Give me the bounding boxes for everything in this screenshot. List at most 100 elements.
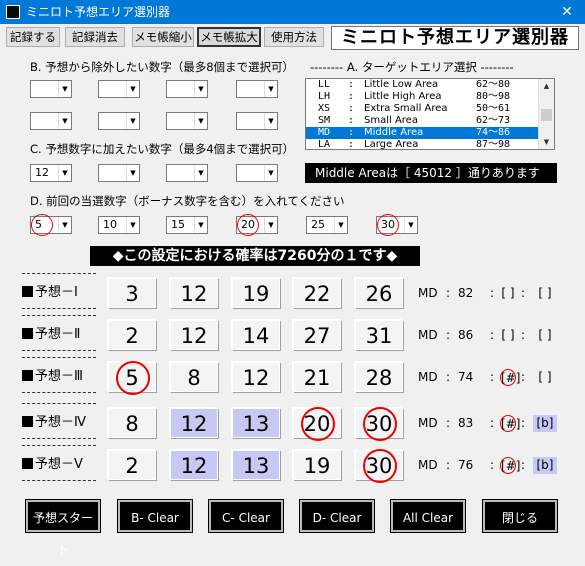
chevron-down-icon[interactable]: ▼	[404, 217, 417, 233]
menu-button-4[interactable]: メモ帳拡大	[197, 27, 261, 47]
area-list-item[interactable]: XS: Extra Small Area 50〜61	[306, 103, 539, 115]
row-divider	[22, 445, 96, 446]
area-name: Large Area	[364, 139, 419, 150]
separator-colon: :	[490, 370, 495, 384]
prev-number-select-2[interactable]: 10 ▼	[98, 216, 140, 234]
predicted-number: 13	[232, 408, 280, 438]
separator-colon: :	[521, 416, 526, 430]
chevron-down-icon[interactable]: ▼	[334, 217, 347, 233]
prev-number-select-3[interactable]: 15 ▼	[166, 216, 208, 234]
separator-colon: :	[490, 286, 495, 300]
exclude-number-select-2[interactable]: ▼	[98, 80, 140, 98]
chevron-down-icon[interactable]: ▼	[58, 113, 71, 129]
chevron-down-icon[interactable]: ▼	[264, 81, 277, 97]
predicted-number-value: 27	[303, 324, 331, 348]
scroll-up-icon[interactable]: ▲	[539, 79, 554, 93]
predicted-number: 8	[108, 408, 156, 438]
prev-number-select-5[interactable]: 25 ▼	[306, 216, 348, 234]
exclude-number-select-1[interactable]: ▼	[30, 80, 72, 98]
prev-number-select-6[interactable]: 30 ▼	[376, 214, 418, 236]
c-clear-button[interactable]: C- Clear	[208, 499, 284, 533]
prev-number-select-4[interactable]: 20 ▼	[236, 214, 278, 236]
list-scrollbar[interactable]: ▲ ▼	[538, 79, 554, 149]
chevron-down-icon[interactable]: ▼	[194, 81, 207, 97]
predicted-number-value: 2	[125, 324, 139, 348]
chevron-down-icon[interactable]: ▼	[264, 113, 277, 129]
prediction-label: 予想－Ⅴ	[22, 456, 83, 474]
prev-number-select-1[interactable]: 5 ▼	[30, 214, 72, 236]
chevron-down-icon[interactable]: ▼	[58, 81, 71, 97]
area-list-item[interactable]: SM: Small Area 62〜73	[306, 115, 539, 127]
chevron-down-icon[interactable]: ▼	[194, 217, 207, 233]
predicted-number-value: 8	[187, 366, 201, 390]
close-icon[interactable]: ✕	[549, 0, 585, 24]
scroll-down-icon[interactable]: ▼	[539, 135, 554, 149]
pair-mark: [b]	[533, 457, 557, 474]
area-colon: :	[348, 127, 355, 138]
close-button[interactable]: 閉じる	[482, 499, 558, 533]
exclude-number-select-4[interactable]: ▼	[236, 80, 278, 98]
row-divider	[22, 392, 96, 393]
predicted-number: 5	[108, 361, 156, 395]
predicted-number-value: 31	[365, 324, 393, 348]
area-name: Little High Area	[364, 91, 442, 102]
row-divider	[22, 350, 96, 351]
d-clear-button[interactable]: D- Clear	[299, 499, 375, 533]
match-circle-mark	[363, 449, 397, 483]
predicted-number-value: 12	[180, 282, 208, 306]
area-list-item[interactable]: MD: Middle Area 74〜86	[306, 127, 539, 139]
area-colon: :	[348, 139, 355, 150]
prediction-sum: 86	[458, 328, 474, 342]
add-number-select-1[interactable]: 12 ▼	[30, 164, 72, 182]
exclude-number-select-8[interactable]: ▼	[236, 112, 278, 130]
area-colon: :	[348, 103, 355, 114]
exclude-number-select-3[interactable]: ▼	[166, 80, 208, 98]
add-number-select-1-value: 12	[35, 166, 49, 179]
area-range: 50〜61	[476, 103, 511, 114]
chevron-down-icon[interactable]: ▼	[126, 113, 139, 129]
predicted-number: 26	[355, 278, 403, 308]
chevron-down-icon[interactable]: ▼	[264, 217, 277, 233]
area-list-item[interactable]: LA: Large Area 87〜98	[306, 139, 539, 150]
menu-button-1[interactable]: 記録する	[6, 27, 60, 47]
separator-colon: :	[446, 328, 451, 342]
area-list-item[interactable]: LH: Little High Area 80〜98	[306, 91, 539, 103]
all-clear-button[interactable]: All Clear	[390, 499, 466, 533]
predicted-number: 12	[170, 278, 218, 308]
area-name: Extra Small Area	[364, 103, 448, 114]
exclude-number-select-6[interactable]: ▼	[98, 112, 140, 130]
prediction-label: 予想－Ⅰ	[22, 284, 78, 302]
chevron-down-icon[interactable]: ▼	[126, 217, 139, 233]
scroll-thumb[interactable]	[541, 109, 552, 121]
section-a-label: -------- A. ターゲットエリア選択 --------	[310, 60, 514, 74]
chevron-down-icon[interactable]: ▼	[194, 113, 207, 129]
chevron-down-icon[interactable]: ▼	[264, 165, 277, 181]
predicted-number: 30	[355, 407, 403, 441]
menu-button-5[interactable]: 使用方法	[264, 27, 324, 47]
predicted-number: 2	[108, 320, 156, 350]
square-bullet-icon	[22, 416, 33, 427]
area-list-item[interactable]: LL: Little Low Area 62〜80	[306, 79, 539, 91]
chevron-down-icon[interactable]: ▼	[126, 81, 139, 97]
match-circle-mark	[301, 407, 335, 441]
add-number-select-4[interactable]: ▼	[236, 164, 278, 182]
row-divider	[22, 357, 96, 358]
separator-colon: :	[446, 370, 451, 384]
target-area-list[interactable]: LL: Little Low Area 62〜80 LH: Little High Ar…	[305, 78, 555, 150]
chevron-down-icon[interactable]: ▼	[194, 165, 207, 181]
start-prediction-button[interactable]: 予想スタート	[25, 499, 101, 557]
menu-button-2[interactable]: 記録消去	[65, 27, 125, 47]
add-number-select-2[interactable]: ▼	[98, 164, 140, 182]
chevron-down-icon[interactable]: ▼	[58, 165, 71, 181]
chevron-down-icon[interactable]: ▼	[58, 217, 71, 233]
b-clear-button[interactable]: B- Clear	[117, 499, 193, 533]
consecutive-mark: [#]	[500, 369, 521, 386]
add-number-select-3[interactable]: ▼	[166, 164, 208, 182]
predicted-number-value: 21	[303, 366, 331, 390]
area-count-info: Middle Areaは［ 45012 ］通りあります	[305, 163, 557, 183]
exclude-number-select-5[interactable]: ▼	[30, 112, 72, 130]
chevron-down-icon[interactable]: ▼	[126, 165, 139, 181]
menu-button-3[interactable]: メモ帳縮小	[132, 27, 194, 47]
exclude-number-select-7[interactable]: ▼	[166, 112, 208, 130]
predicted-number-value: 19	[242, 282, 270, 306]
